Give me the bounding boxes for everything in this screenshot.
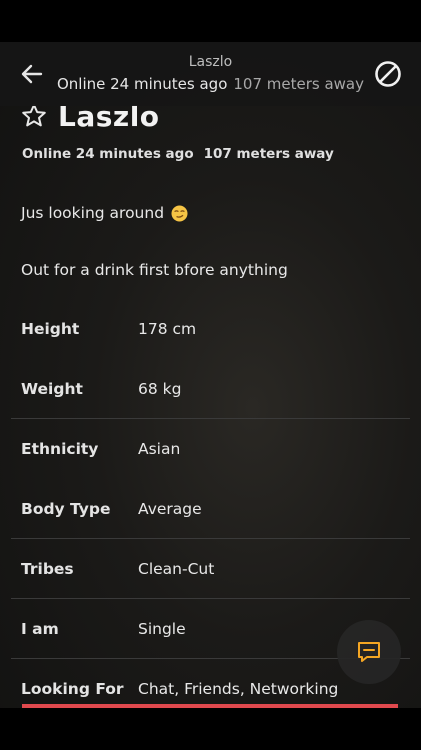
stat-label: Looking For bbox=[21, 680, 124, 698]
stat-row-weight: Weight 68 kg bbox=[0, 359, 421, 419]
profile-headline: Jus looking around bbox=[21, 204, 188, 222]
stat-label: Tribes bbox=[21, 560, 74, 578]
stat-value: 178 cm bbox=[138, 320, 197, 338]
online-status: Online 24 minutes ago bbox=[22, 146, 194, 162]
stat-value: Single bbox=[138, 620, 186, 638]
profile-about: Out for a drink first bfore anything bbox=[21, 261, 288, 279]
top-bar: Laszlo Online 24 minutes ago 107 meters a… bbox=[0, 42, 421, 106]
stat-row-body-type: Body Type Average bbox=[0, 479, 421, 539]
stat-value: Asian bbox=[138, 440, 181, 458]
stat-value: Clean-Cut bbox=[138, 560, 215, 578]
stat-label: I am bbox=[21, 620, 59, 638]
headline-text: Jus looking around bbox=[21, 204, 165, 222]
stat-value: Chat, Friends, Networking bbox=[138, 680, 339, 698]
stat-value: 68 kg bbox=[138, 380, 182, 398]
stat-label: Height bbox=[21, 320, 80, 338]
block-button[interactable] bbox=[373, 59, 403, 89]
stat-label: Weight bbox=[21, 380, 83, 398]
topbar-status: Online 24 minutes ago 107 meters away bbox=[0, 75, 421, 93]
topbar-online-status: Online 24 minutes ago bbox=[56, 75, 228, 93]
profile-status: Online 24 minutes ago 107 meters away bbox=[22, 146, 334, 162]
chat-button[interactable] bbox=[337, 620, 401, 684]
block-icon bbox=[375, 61, 401, 87]
chat-bubble-icon bbox=[358, 642, 380, 662]
profile-screen: Laszlo Online 24 minutes ago 107 meters a… bbox=[0, 42, 421, 708]
star-outline-icon[interactable] bbox=[20, 102, 48, 130]
smirking-face-emoji bbox=[171, 205, 188, 221]
stat-row-tribes: Tribes Clean-Cut bbox=[0, 539, 421, 599]
stat-value: Average bbox=[138, 500, 202, 518]
stat-label: Body Type bbox=[21, 500, 111, 518]
topbar-distance: 107 meters away bbox=[233, 75, 365, 93]
topbar-name: Laszlo bbox=[188, 54, 233, 70]
status-bar bbox=[0, 0, 421, 42]
stat-row-ethnicity: Ethnicity Asian bbox=[0, 419, 421, 479]
navigation-bar bbox=[0, 708, 421, 750]
stat-label: Ethnicity bbox=[21, 440, 99, 458]
stat-row-height: Height 178 cm bbox=[0, 299, 421, 359]
distance: 107 meters away bbox=[203, 146, 334, 162]
